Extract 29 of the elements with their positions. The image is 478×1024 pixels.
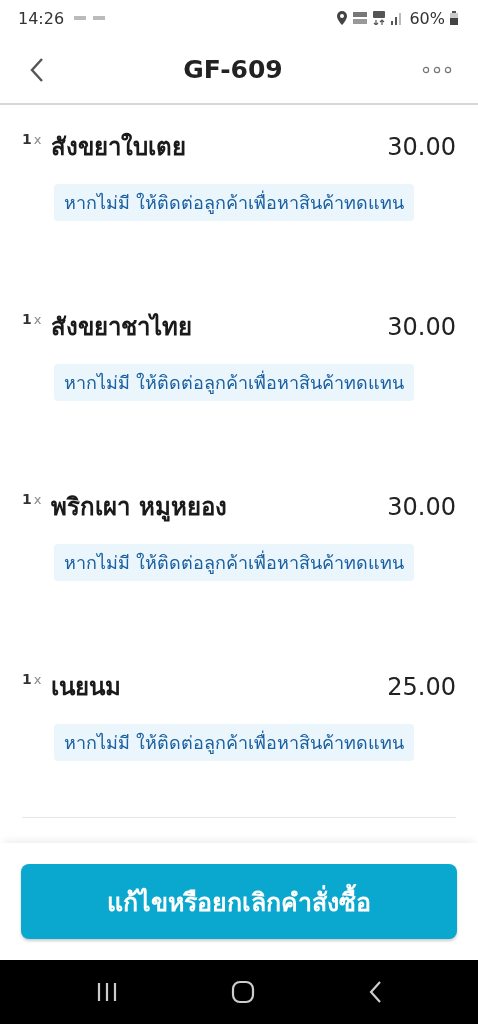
item-note: หากไม่มี ให้ติดต่อลูกค้าเพื่อหาสินค้าทดแทน bbox=[54, 364, 414, 401]
status-time: 14:26 bbox=[18, 8, 65, 28]
edit-or-cancel-order-button[interactable]: แก้ไขหรือยกเลิกคำสั่งซื้อ bbox=[21, 864, 457, 939]
times-sign: x bbox=[33, 672, 42, 687]
item-note: หากไม่มี ให้ติดต่อลูกค้าเพื่อหาสินค้าทดแทน bbox=[54, 544, 414, 581]
times-sign: x bbox=[33, 132, 42, 147]
battery-icon bbox=[450, 11, 458, 25]
item-quantity: 1 bbox=[22, 311, 32, 327]
item-note: หากไม่มี ให้ติดต่อลูกค้าเพื่อหาสินค้าทดแทน bbox=[54, 184, 414, 221]
item-name: เนยนม bbox=[51, 672, 123, 703]
item-price: 30.00 bbox=[387, 493, 456, 521]
times-sign: x bbox=[33, 492, 42, 507]
item-name: สังขยาใบเตย bbox=[51, 131, 188, 163]
home-icon[interactable] bbox=[231, 980, 255, 1004]
item-name: พริกเผา หมูหยอง bbox=[51, 492, 228, 524]
item-price: 30.00 bbox=[387, 313, 456, 341]
item-price: 25.00 bbox=[387, 673, 456, 701]
battery-percent: 60% bbox=[409, 8, 445, 28]
location-icon bbox=[337, 11, 348, 25]
item-quantity: 1 bbox=[22, 671, 32, 687]
recent-apps-icon[interactable] bbox=[96, 982, 119, 1002]
times-sign: x bbox=[33, 312, 42, 327]
back-icon[interactable] bbox=[367, 981, 382, 1003]
order-title: GF-609 bbox=[183, 55, 283, 84]
item-quantity: 1 bbox=[22, 131, 32, 147]
item-price: 30.00 bbox=[387, 133, 456, 161]
item-quantity: 1 bbox=[22, 491, 32, 507]
item-name: สังขยาชาไทย bbox=[51, 312, 194, 343]
item-note: หากไม่มี ให้ติดต่อลูกค้าเพื่อหาสินค้าทดแทน bbox=[54, 724, 414, 761]
